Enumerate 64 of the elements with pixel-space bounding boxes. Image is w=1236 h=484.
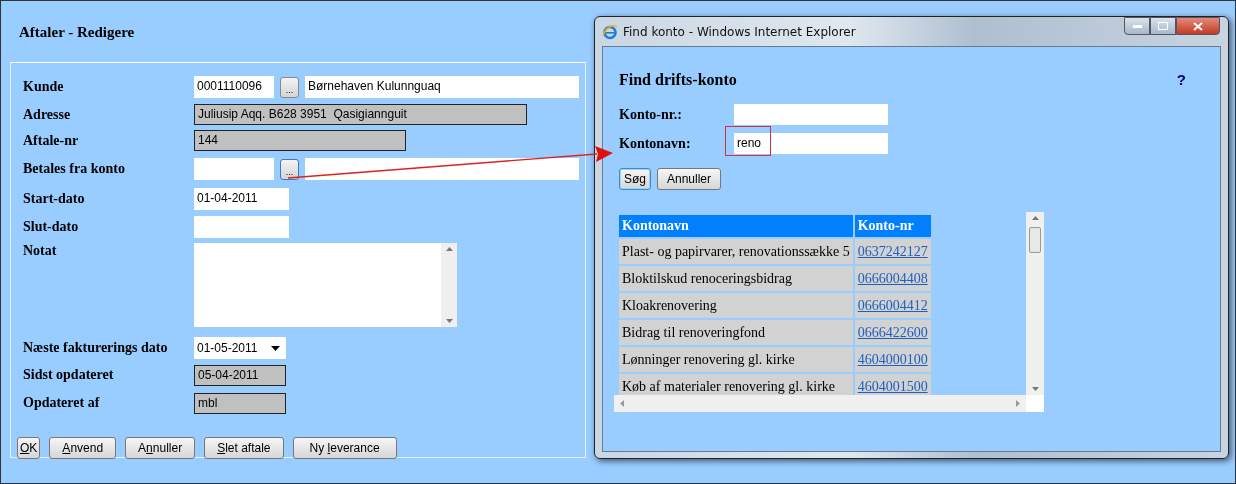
minimize-button[interactable] xyxy=(1124,17,1150,35)
date-field[interactable] xyxy=(194,216,289,238)
date-field[interactable]: 01-04-2011 xyxy=(194,188,289,210)
up-arrow-icon[interactable] xyxy=(1031,216,1039,220)
name-field[interactable]: Børnehaven Kulunnguaq xyxy=(305,76,579,98)
dialog-button[interactable]: Annuller xyxy=(657,168,722,190)
column-header: Kontonavn xyxy=(619,215,853,237)
up-arrow-icon[interactable] xyxy=(445,247,453,251)
form-button[interactable]: Ny leverance xyxy=(292,437,397,459)
code-field[interactable]: 0001110096 xyxy=(194,76,274,98)
form-button[interactable]: Slet aftale xyxy=(204,437,284,459)
field-label: Adresse xyxy=(23,106,72,123)
field-label: Sidst opdateret xyxy=(23,367,115,383)
readonly-field: 144 xyxy=(194,130,406,151)
vertical-scrollbar[interactable] xyxy=(1026,212,1044,395)
scrollbar[interactable] xyxy=(441,243,457,327)
field-label: Næste fakturerings dato xyxy=(23,340,169,356)
form-button[interactable]: Annuller xyxy=(125,437,196,459)
date-dropdown[interactable]: 01-05-2011 xyxy=(194,337,286,359)
caret-icon xyxy=(271,345,280,351)
readonly-field: mbl xyxy=(194,392,286,414)
table-cell: Bidrag til renoveringfond xyxy=(619,320,853,345)
field-label: Slut-dato xyxy=(23,219,80,235)
table-cell: Køb af materialer renovering gl. kirke xyxy=(619,374,853,395)
maximize-button[interactable] xyxy=(1150,17,1176,35)
table-cell: Kloakrenovering xyxy=(619,293,853,318)
close-icon xyxy=(1193,21,1203,31)
table-cell: Plast- og papirvarer, renovationssække 5 xyxy=(619,239,853,264)
search-field[interactable]: reno xyxy=(734,133,888,154)
left-arrow-icon[interactable] xyxy=(620,400,624,407)
help-link[interactable]: ? xyxy=(1176,71,1186,100)
down-arrow-icon[interactable] xyxy=(1031,387,1039,391)
column-header: Konto-nr xyxy=(854,215,931,237)
scroll-thumb[interactable] xyxy=(1029,227,1041,253)
horizontal-scrollbar[interactable] xyxy=(614,395,1026,412)
window-title: Find konto - Windows Internet Explorer xyxy=(623,24,856,39)
field-label: Aftale-nr xyxy=(23,132,80,149)
field-label: Kunde xyxy=(23,79,65,95)
field-label: Konto-nr.: xyxy=(619,106,683,123)
lookup-button[interactable]: ... xyxy=(280,158,299,180)
name-field[interactable] xyxy=(305,158,579,180)
maximize-icon xyxy=(1158,22,1168,30)
down-arrow-icon[interactable] xyxy=(445,319,453,323)
field-label: Kontonavn: xyxy=(619,135,692,152)
page-title: Aftaler - Redigere xyxy=(19,24,135,39)
form-button[interactable]: OK xyxy=(17,437,41,459)
field-label: Notat xyxy=(23,243,58,259)
close-button[interactable] xyxy=(1176,17,1220,35)
lookup-button[interactable]: ... xyxy=(280,76,299,98)
table-cell: Lønninger renovering gl. kirke xyxy=(619,347,853,372)
search-field[interactable] xyxy=(734,104,888,125)
browser-icon xyxy=(602,23,618,40)
dialog-button[interactable]: Søg xyxy=(619,168,651,190)
field-label: Start-dato xyxy=(23,191,86,207)
field-label: Opdateret af xyxy=(23,395,101,411)
readonly-field: 05-04-2011 xyxy=(194,364,286,386)
form-button[interactable]: Anvend xyxy=(49,437,117,459)
right-arrow-icon[interactable] xyxy=(1016,400,1020,407)
table-cell: Bloktilskud renoceringsbidrag xyxy=(619,266,853,291)
readonly-field: Juliusip Aqq. B628 3951 Qasigiannguit xyxy=(194,104,527,125)
minimize-icon xyxy=(1132,24,1142,28)
dialog-heading: Find drifts-konto xyxy=(619,71,737,90)
code-field[interactable] xyxy=(194,158,274,180)
field-label: Betales fra konto xyxy=(23,161,126,177)
